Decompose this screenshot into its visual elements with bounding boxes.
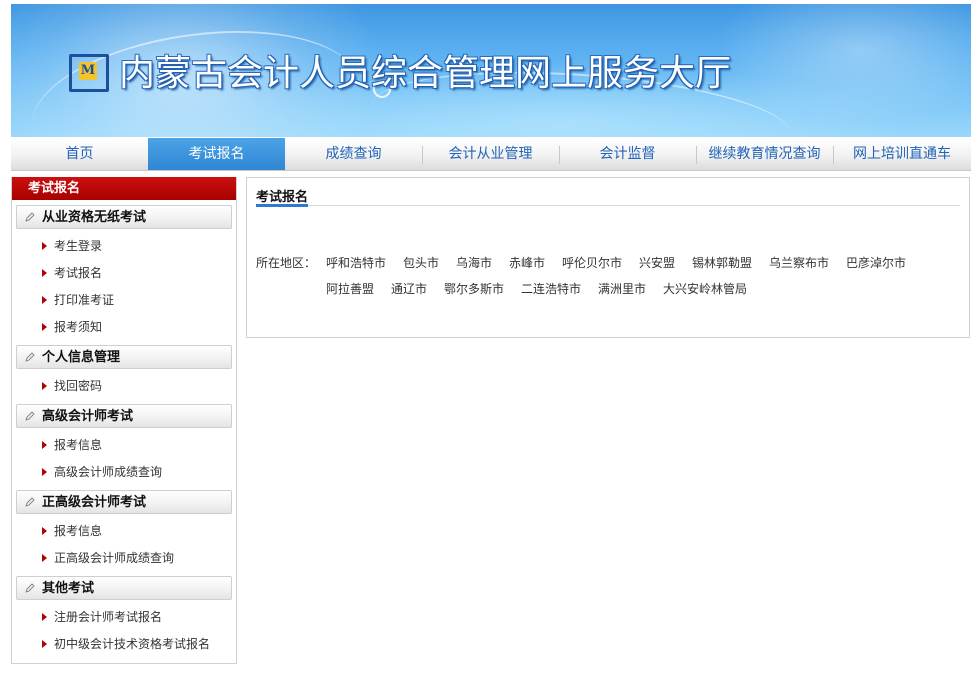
arrow-right-icon bbox=[42, 526, 47, 535]
sidebar-link-principal-score-query[interactable]: 正高级会计师成绩查询 bbox=[42, 549, 174, 566]
city-link-baotou[interactable]: 包头市 bbox=[403, 254, 439, 271]
nav-supervision[interactable]: 会计监督 bbox=[559, 138, 696, 170]
sidebar-group-paperless-exam[interactable]: 从业资格无纸考试 bbox=[16, 205, 232, 229]
sidebar-link-senior-score-query[interactable]: 高级会计师成绩查询 bbox=[42, 463, 162, 480]
pencil-icon bbox=[25, 352, 35, 362]
arrow-right-icon bbox=[42, 322, 47, 331]
arrow-right-icon bbox=[42, 639, 47, 648]
sidebar-group-title: 从业资格无纸考试 bbox=[42, 210, 147, 225]
nav-exam-registration[interactable]: 考试报名 bbox=[148, 138, 285, 170]
sidebar-link-recover-password[interactable]: 找回密码 bbox=[42, 377, 102, 394]
site-title: 内蒙古会计人员综合管理网上服务大厅 bbox=[119, 53, 732, 94]
sidebar-group-other-exams[interactable]: 其他考试 bbox=[16, 576, 232, 600]
sidebar-link-exam-notice[interactable]: 报考须知 bbox=[42, 318, 102, 335]
region-label: 所在地区： bbox=[256, 256, 317, 270]
nav-continuing-education[interactable]: 继续教育情况查询 bbox=[696, 138, 833, 170]
nav-practice-management[interactable]: 会计从业管理 bbox=[422, 138, 559, 170]
city-link-xingan[interactable]: 兴安盟 bbox=[639, 254, 675, 271]
sidebar-link-candidate-login[interactable]: 考生登录 bbox=[42, 237, 102, 254]
city-link-xilingol[interactable]: 锡林郭勒盟 bbox=[692, 254, 752, 271]
city-link-tongliao[interactable]: 通辽市 bbox=[391, 280, 427, 297]
arrow-right-icon bbox=[42, 553, 47, 562]
main-nav: 首页 考试报名 成绩查询 会计从业管理 会计监督 继续教育情况查询 网上培训直通… bbox=[11, 138, 971, 171]
sidebar-group-title: 个人信息管理 bbox=[42, 350, 121, 365]
main-content-panel: 考试报名 所在地区： 呼和浩特市 包头市 乌海市 赤峰市 呼伦贝尔市 兴安盟 锡… bbox=[246, 177, 970, 338]
sidebar-group-title: 高级会计师考试 bbox=[42, 409, 134, 424]
city-link-daxinganling[interactable]: 大兴安岭林管局 bbox=[663, 280, 747, 297]
sidebar-group-personal-info[interactable]: 个人信息管理 bbox=[16, 345, 232, 369]
header-banner: M 内蒙古会计人员综合管理网上服务大厅 bbox=[11, 4, 971, 137]
city-link-ordos[interactable]: 鄂尔多斯市 bbox=[444, 280, 504, 297]
sidebar-group-principal-senior-accountant[interactable]: 正高级会计师考试 bbox=[16, 490, 232, 514]
city-link-alxa[interactable]: 阿拉善盟 bbox=[326, 280, 374, 297]
sidebar-group-title: 正高级会计师考试 bbox=[42, 495, 147, 510]
sidebar-link-print-admission-ticket[interactable]: 打印准考证 bbox=[42, 291, 114, 308]
sidebar-link-intermediate-registration[interactable]: 初中级会计技术资格考试报名 bbox=[42, 635, 210, 652]
city-link-erenhot[interactable]: 二连浩特市 bbox=[521, 280, 581, 297]
city-link-hulunbuir[interactable]: 呼伦贝尔市 bbox=[562, 254, 622, 271]
arrow-right-icon bbox=[42, 268, 47, 277]
nav-home[interactable]: 首页 bbox=[11, 138, 148, 170]
arrow-right-icon bbox=[42, 241, 47, 250]
panel-divider bbox=[256, 205, 960, 206]
arrow-right-icon bbox=[42, 381, 47, 390]
arrow-right-icon bbox=[42, 467, 47, 476]
pencil-icon bbox=[25, 212, 35, 222]
sidebar-group-senior-accountant[interactable]: 高级会计师考试 bbox=[16, 404, 232, 428]
city-link-chifeng[interactable]: 赤峰市 bbox=[509, 254, 545, 271]
pencil-icon bbox=[25, 497, 35, 507]
arrow-right-icon bbox=[42, 440, 47, 449]
site-logo-icon: M bbox=[63, 50, 109, 92]
city-link-wuhai[interactable]: 乌海市 bbox=[456, 254, 492, 271]
sidebar-link-exam-registration[interactable]: 考试报名 bbox=[42, 264, 102, 281]
pencil-icon bbox=[25, 411, 35, 421]
city-link-ulanqab[interactable]: 乌兰察布市 bbox=[769, 254, 829, 271]
city-link-manzhouli[interactable]: 满洲里市 bbox=[598, 280, 646, 297]
panel-title-underline bbox=[256, 204, 308, 207]
panel-title: 考试报名 bbox=[256, 190, 309, 205]
city-link-bayannur[interactable]: 巴彦淖尔市 bbox=[846, 254, 906, 271]
pencil-icon bbox=[25, 583, 35, 593]
nav-online-training[interactable]: 网上培训直通车 bbox=[833, 138, 971, 170]
sidebar-link-cpa-registration[interactable]: 注册会计师考试报名 bbox=[42, 608, 162, 625]
nav-score-query[interactable]: 成绩查询 bbox=[285, 138, 422, 170]
sidebar-group-title: 其他考试 bbox=[42, 581, 95, 596]
city-link-hohhot[interactable]: 呼和浩特市 bbox=[326, 254, 386, 271]
arrow-right-icon bbox=[42, 295, 47, 304]
sidebar-header: 考试报名 bbox=[12, 177, 236, 200]
sidebar-link-senior-exam-info[interactable]: 报考信息 bbox=[42, 436, 102, 453]
sidebar-link-principal-exam-info[interactable]: 报考信息 bbox=[42, 522, 102, 539]
sidebar: 考试报名 从业资格无纸考试 考生登录 考试报名 打印准考证 报考须知 个人信息管… bbox=[11, 177, 237, 664]
arrow-right-icon bbox=[42, 612, 47, 621]
